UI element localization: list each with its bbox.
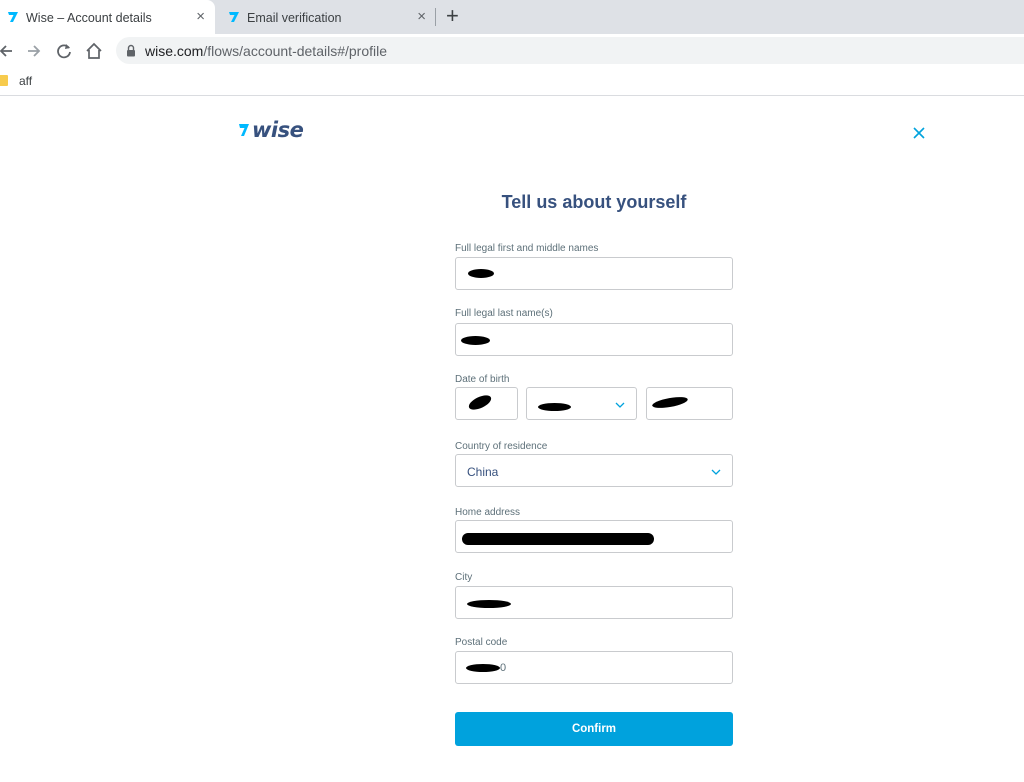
bookmarks-bar: aff <box>0 67 1024 96</box>
tab-divider <box>435 8 436 26</box>
wise-flag-icon <box>239 124 249 136</box>
address-label: Home address <box>455 507 521 518</box>
wise-flag-icon <box>229 12 239 22</box>
first-names-input[interactable] <box>455 257 733 290</box>
postal-code-input[interactable]: 0 <box>455 651 733 684</box>
country-label: Country of residence <box>455 441 548 452</box>
new-tab-button[interactable]: + <box>446 5 459 27</box>
bookmark-aff[interactable]: aff <box>19 74 32 88</box>
first-names-label: Full legal first and middle names <box>455 243 599 254</box>
redacted-value <box>538 403 571 411</box>
redacted-value <box>467 600 511 608</box>
redacted-value <box>651 394 689 411</box>
tab-title: Wise – Account details <box>26 11 152 25</box>
dob-month-select[interactable] <box>526 387 637 420</box>
close-icon[interactable] <box>911 125 927 141</box>
home-address-input[interactable] <box>455 520 733 553</box>
redacted-value <box>468 269 494 278</box>
tab-email-verification[interactable]: Email verification × <box>218 0 436 34</box>
postal-code-visible-digit: 0 <box>500 662 507 674</box>
back-arrow-icon[interactable] <box>0 41 16 61</box>
redacted-value <box>462 533 654 545</box>
redacted-value <box>461 336 490 345</box>
home-icon[interactable] <box>84 41 104 61</box>
address-bar[interactable]: wise.com/flows/account-details#/profile <box>116 37 1024 64</box>
confirm-button[interactable]: Confirm <box>455 712 733 746</box>
redacted-value <box>466 392 494 413</box>
country-select[interactable]: China <box>455 454 733 487</box>
folder-icon[interactable] <box>0 75 8 86</box>
url-path: /flows/account-details#/profile <box>203 43 388 59</box>
tab-account-details[interactable]: Wise – Account details × <box>0 0 215 34</box>
page-title: Tell us about yourself <box>501 192 687 212</box>
dob-year-input[interactable] <box>646 387 733 420</box>
forward-arrow-icon[interactable] <box>24 41 44 61</box>
browser-toolbar: wise.com/flows/account-details#/profile <box>0 34 1024 67</box>
url-text: wise.com/flows/account-details#/profile <box>145 43 387 59</box>
city-label: City <box>455 572 473 583</box>
url-host: wise.com <box>145 43 204 59</box>
close-tab-icon[interactable]: × <box>196 9 205 24</box>
postal-label: Postal code <box>455 637 508 648</box>
lock-icon <box>127 44 135 57</box>
last-name-input[interactable] <box>455 323 733 356</box>
wise-logo[interactable]: wise <box>236 117 304 142</box>
redacted-value <box>466 664 500 672</box>
close-tab-icon[interactable]: × <box>417 9 426 24</box>
city-input[interactable] <box>455 586 733 619</box>
tab-title: Email verification <box>247 11 342 25</box>
dob-day-input[interactable] <box>455 387 518 420</box>
last-name-label: Full legal last name(s) <box>455 308 553 319</box>
brand-wordmark: wise <box>252 117 304 142</box>
wise-flag-icon <box>8 12 18 22</box>
chevron-down-icon <box>711 469 721 475</box>
chevron-down-icon <box>615 402 625 408</box>
reload-icon[interactable] <box>54 41 74 61</box>
country-value: China <box>467 465 499 479</box>
browser-tabstrip: Wise – Account details × Email verificat… <box>0 0 1024 34</box>
dob-label: Date of birth <box>455 374 510 385</box>
